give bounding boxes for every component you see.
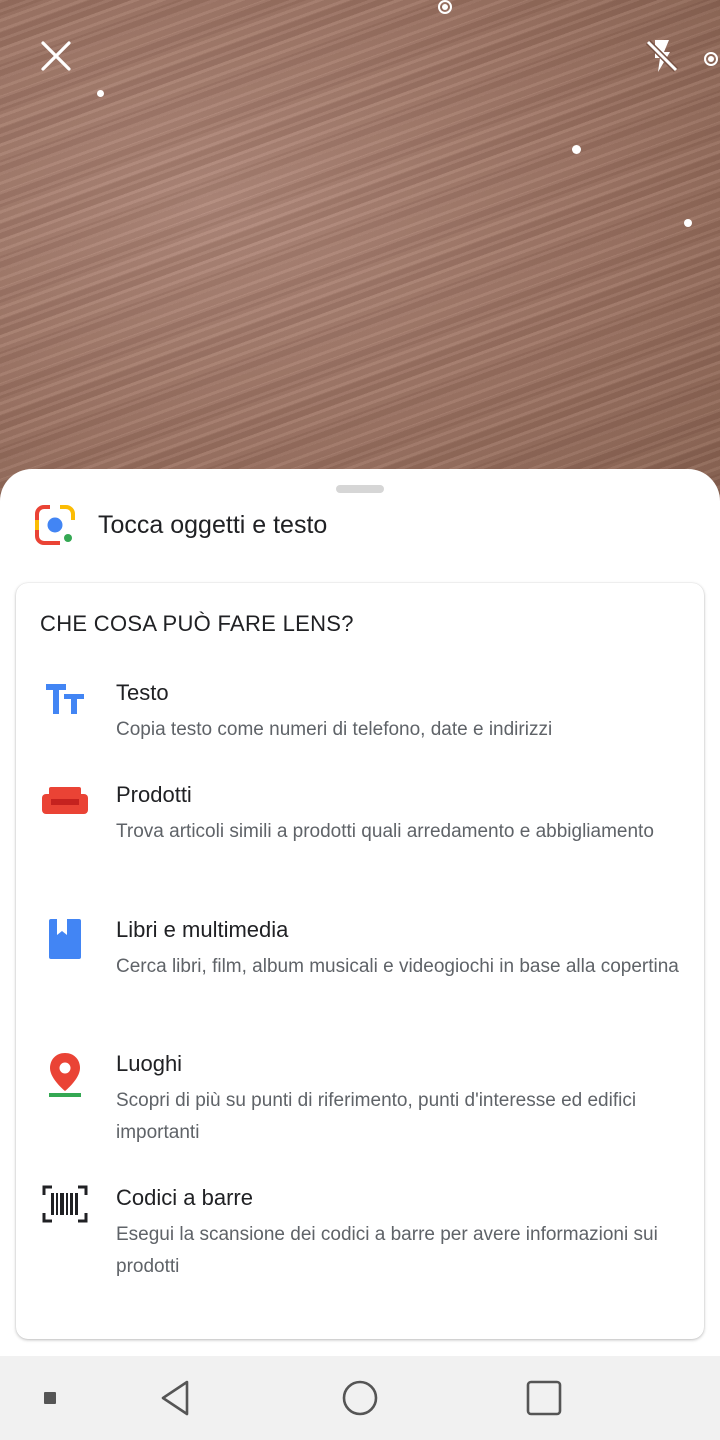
detection-point[interactable] (438, 0, 452, 14)
book-icon (40, 917, 90, 967)
back-icon (161, 1380, 189, 1416)
navigation-bar (0, 1356, 720, 1440)
feature-name: Prodotti (116, 782, 192, 807)
home-icon (342, 1380, 378, 1416)
close-icon (41, 41, 71, 71)
menu-button[interactable] (30, 1382, 70, 1414)
home-button[interactable] (334, 1372, 386, 1424)
feature-name: Testo (116, 680, 169, 705)
menu-icon (44, 1392, 56, 1404)
close-button[interactable] (28, 28, 84, 84)
flash-off-icon (645, 39, 679, 73)
barcode-icon (40, 1185, 90, 1235)
place-icon (40, 1051, 90, 1101)
feature-description: Trova articoli simili a prodotti quali a… (116, 821, 654, 842)
google-lens-icon (35, 505, 75, 545)
sheet-header: Tocca oggetti e testo (34, 503, 327, 547)
detection-point[interactable] (684, 219, 692, 227)
drag-handle[interactable] (336, 485, 384, 493)
bottom-sheet: Tocca oggetti e testo CHE COSA PUÒ FARE … (0, 469, 720, 1356)
detection-point[interactable] (704, 52, 718, 66)
text-icon (40, 680, 90, 730)
feature-description: Scopri di più su punti di riferimento, p… (116, 1090, 637, 1143)
back-button[interactable] (150, 1374, 200, 1422)
feature-description: Esegui la scansione dei codici a barre p… (116, 1224, 658, 1277)
feature-description: Copia testo come numeri di telefono, dat… (116, 719, 553, 740)
detection-point[interactable] (97, 90, 104, 97)
camera-viewfinder[interactable] (0, 0, 720, 520)
sheet-title: Tocca oggetti e testo (98, 510, 328, 539)
card-title: CHE COSA PUÒ FARE LENS? (40, 611, 354, 636)
recents-icon (526, 1380, 562, 1416)
feature-name: Libri e multimedia (116, 917, 289, 942)
detection-point[interactable] (572, 145, 581, 154)
recents-button[interactable] (518, 1372, 570, 1424)
sofa-icon (40, 782, 90, 832)
feature-name: Luoghi (116, 1051, 183, 1076)
flash-toggle-button[interactable] (634, 28, 690, 84)
feature-description: Cerca libri, film, album musicali e vide… (116, 956, 679, 977)
features-card: CHE COSA PUÒ FARE LENS? Testo Copia test… (16, 583, 704, 1339)
feature-name: Codici a barre (116, 1185, 253, 1210)
